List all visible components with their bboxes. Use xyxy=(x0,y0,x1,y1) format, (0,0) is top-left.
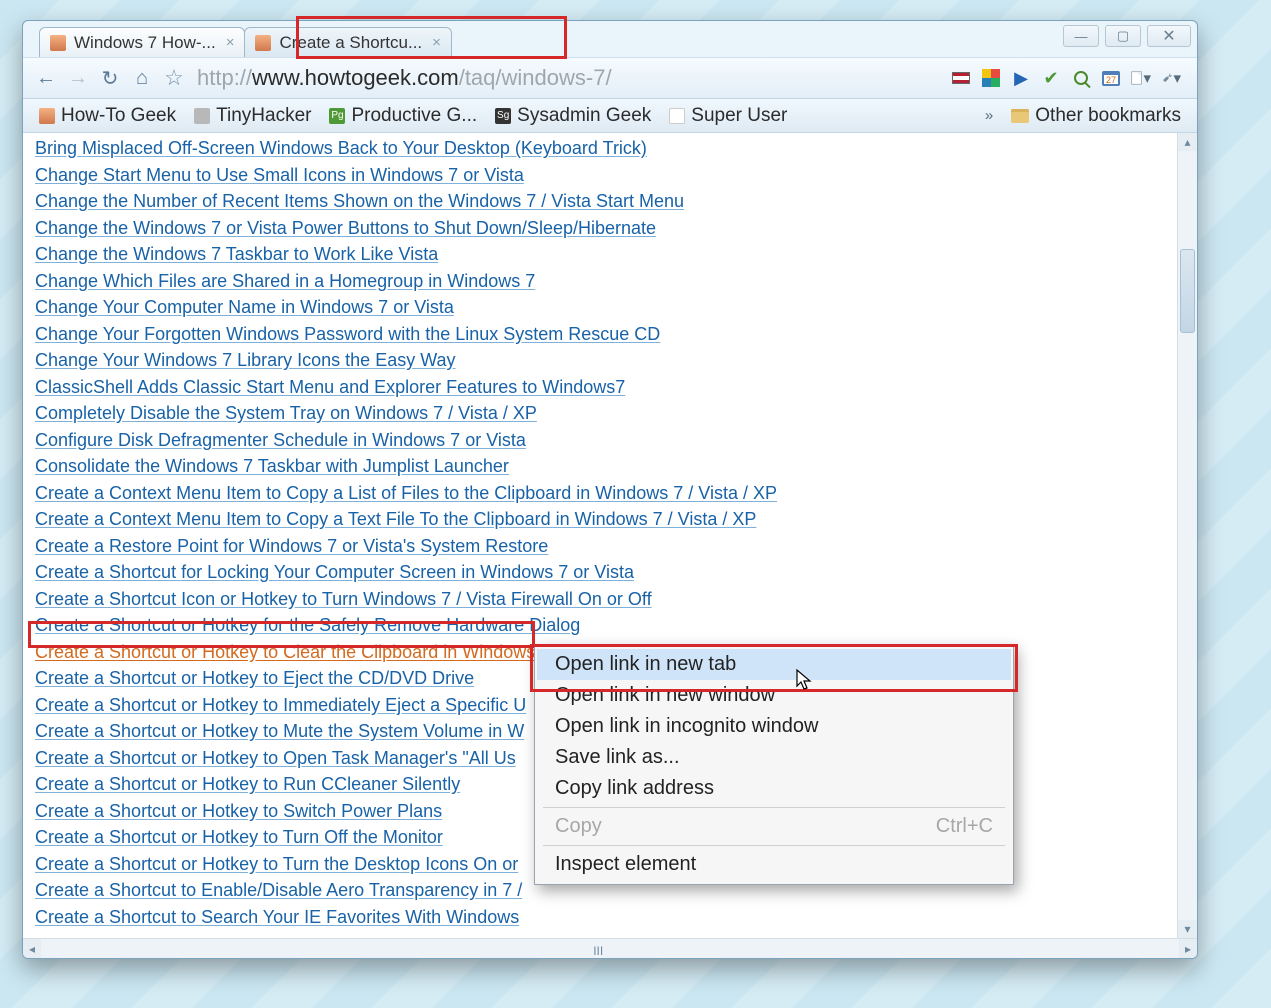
article-link[interactable]: Change Your Windows 7 Library Icons the … xyxy=(35,347,1171,374)
article-link[interactable]: Configure Disk Defragmenter Schedule in … xyxy=(35,427,1171,454)
nav-toolbar: ← → ↻ ⌂ ☆ http://www.howtogeek.com/taq/w… xyxy=(23,57,1197,99)
article-link[interactable]: Create a Context Menu Item to Copy a Tex… xyxy=(35,506,1171,533)
tab-title: Windows 7 How-... xyxy=(74,33,216,53)
url-path: /taq/windows-7/ xyxy=(459,65,612,90)
article-link[interactable]: ClassicShell Adds Classic Start Menu and… xyxy=(35,374,1171,401)
check-icon[interactable]: ✔ xyxy=(1041,68,1061,88)
article-link[interactable]: Create a Shortcut to Search Your IE Favo… xyxy=(35,904,1171,931)
context-separator xyxy=(543,845,1005,846)
wrench-icon[interactable]: ▾ xyxy=(1161,68,1181,88)
bookmark-icon: Sg xyxy=(495,108,511,124)
reload-button[interactable]: ↻ xyxy=(97,65,123,91)
bookmark-icon: Pg xyxy=(329,108,345,124)
article-link[interactable]: Change the Windows 7 Taskbar to Work Lik… xyxy=(35,241,1171,268)
article-link[interactable]: Bring Misplaced Off-Screen Windows Back … xyxy=(35,135,1171,162)
url-scheme: http:// xyxy=(197,65,252,90)
context-menu-item[interactable]: Save link as... xyxy=(537,742,1011,773)
context-menu: Open link in new tabOpen link in new win… xyxy=(534,644,1014,885)
scroll-thumb[interactable] xyxy=(1180,249,1195,333)
tab-close-icon[interactable]: × xyxy=(432,34,441,51)
article-link[interactable]: Change the Windows 7 or Vista Power Butt… xyxy=(35,215,1171,242)
scroll-track[interactable] xyxy=(1178,151,1197,920)
folder-icon xyxy=(1011,109,1029,123)
bookmark-icon xyxy=(194,108,210,124)
toolbar-extensions: ▶ ✔ 27 ▾ ▾ xyxy=(951,68,1187,88)
tab-active[interactable]: Windows 7 How-... × xyxy=(39,27,245,57)
article-link[interactable]: Completely Disable the System Tray on Wi… xyxy=(35,400,1171,427)
tab-background[interactable]: Create a Shortcu... × xyxy=(244,27,451,57)
scroll-down-arrow[interactable]: ▾ xyxy=(1178,920,1197,938)
page-icon[interactable]: ▾ xyxy=(1131,68,1151,88)
star-button[interactable]: ☆ xyxy=(161,65,187,91)
context-menu-item[interactable]: Open link in new tab xyxy=(537,649,1011,680)
article-link[interactable]: Create a Shortcut for Locking Your Compu… xyxy=(35,559,1171,586)
context-menu-item[interactable]: Open link in incognito window xyxy=(537,711,1011,742)
context-copy: Copy Ctrl+C xyxy=(537,811,1011,842)
forward-button[interactable]: → xyxy=(65,65,91,91)
article-link[interactable]: Change Which Files are Shared in a Homeg… xyxy=(35,268,1171,295)
flag-icon[interactable] xyxy=(951,68,971,88)
back-button[interactable]: ← xyxy=(33,65,59,91)
bookmark-sysadmin[interactable]: SgSysadmin Geek xyxy=(489,103,657,129)
tab-strip: Windows 7 How-... × Create a Shortcu... … xyxy=(23,21,1197,57)
article-link[interactable]: Create a Context Menu Item to Copy a Lis… xyxy=(35,480,1171,507)
bookmark-overflow[interactable]: » xyxy=(979,105,999,126)
vertical-scrollbar[interactable]: ▴ ▾ xyxy=(1177,133,1197,938)
magnifier-icon[interactable] xyxy=(1071,68,1091,88)
close-window-button[interactable]: ✕ xyxy=(1147,25,1191,47)
bookmark-howtogeek[interactable]: How-To Geek xyxy=(33,103,182,129)
home-button[interactable]: ⌂ xyxy=(129,65,155,91)
calendar-icon[interactable]: 27 xyxy=(1101,68,1121,88)
context-inspect[interactable]: Inspect element xyxy=(537,849,1011,880)
url-host: www.howtogeek.com xyxy=(252,65,459,90)
article-link[interactable]: Change Your Computer Name in Windows 7 o… xyxy=(35,294,1171,321)
svg-text:27: 27 xyxy=(1106,75,1116,85)
context-menu-item[interactable]: Open link in new window xyxy=(537,680,1011,711)
minimize-button[interactable]: — xyxy=(1063,25,1099,47)
tab-close-icon[interactable]: × xyxy=(226,34,235,51)
bookmarks-bar: How-To Geek TinyHacker PgProductive G...… xyxy=(23,99,1197,133)
favicon-icon xyxy=(255,35,271,51)
article-link[interactable]: Change the Number of Recent Items Shown … xyxy=(35,188,1171,215)
bookmark-productive[interactable]: PgProductive G... xyxy=(323,103,483,129)
bookmark-superuser[interactable]: Super User xyxy=(663,103,793,129)
other-bookmarks[interactable]: Other bookmarks xyxy=(1005,103,1187,129)
mosaic-icon[interactable] xyxy=(981,68,1001,88)
article-link[interactable]: Consolidate the Windows 7 Taskbar with J… xyxy=(35,453,1171,480)
scroll-left-arrow[interactable]: ◂ xyxy=(23,939,41,958)
article-link[interactable]: Change Start Menu to Use Small Icons in … xyxy=(35,162,1171,189)
article-link[interactable]: Create a Shortcut or Hotkey for the Safe… xyxy=(35,612,1171,639)
article-link[interactable]: Create a Shortcut Icon or Hotkey to Turn… xyxy=(35,586,1171,613)
scroll-up-arrow[interactable]: ▴ xyxy=(1178,133,1197,151)
window-controls: — ▢ ✕ xyxy=(1063,25,1191,47)
bookmark-tinyhacker[interactable]: TinyHacker xyxy=(188,103,317,129)
maximize-button[interactable]: ▢ xyxy=(1105,25,1141,47)
context-menu-item[interactable]: Copy link address xyxy=(537,773,1011,804)
context-separator xyxy=(543,807,1005,808)
article-link[interactable]: Create a Restore Point for Windows 7 or … xyxy=(35,533,1171,560)
favicon-icon xyxy=(50,35,66,51)
bookmark-icon xyxy=(39,108,55,124)
address-bar[interactable]: http://www.howtogeek.com/taq/windows-7/ xyxy=(193,65,945,91)
play-icon[interactable]: ▶ xyxy=(1011,68,1031,88)
article-link[interactable]: Change Your Forgotten Windows Password w… xyxy=(35,321,1171,348)
bookmark-icon xyxy=(669,108,685,124)
horizontal-scrollbar[interactable]: ◂ III ▸ xyxy=(23,938,1197,958)
scroll-right-arrow[interactable]: ▸ xyxy=(1179,939,1197,958)
tab-title: Create a Shortcu... xyxy=(279,33,422,53)
